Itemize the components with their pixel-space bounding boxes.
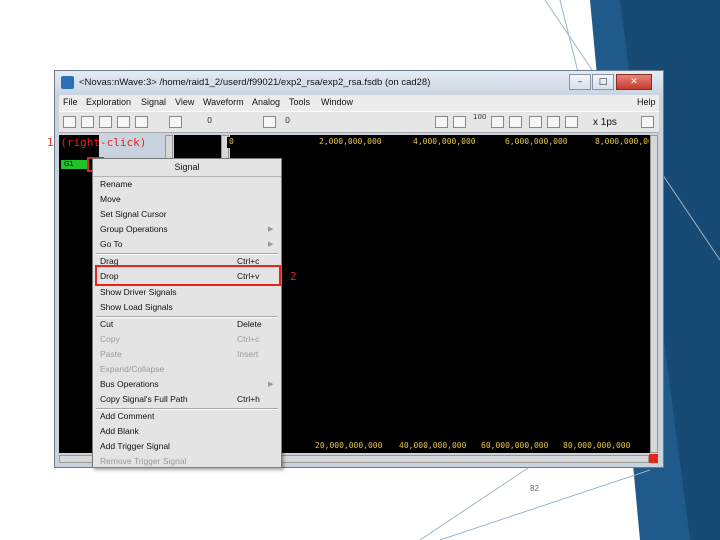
menu-item-add-comment[interactable]: Add Comment [93,409,281,424]
menu-bar: File Exploration Signal View Waveform An… [59,95,659,111]
signal-context-menu: Signal Rename Move Set Signal Cursor Gro… [92,158,282,468]
edge-icon[interactable] [547,116,560,128]
menu-item-expand-collapse: Expand/Collapse [93,362,281,377]
page-number: 82 [530,484,539,493]
chevron-down-icon[interactable] [641,116,654,128]
menu-item-rename[interactable]: Rename [93,177,281,192]
menu-item-cut[interactable]: Cut Delete [93,317,281,332]
context-menu-title: Signal [93,159,281,177]
menu-item-shortcut: Ctrl+h [237,394,260,404]
menu-item-set-signal-cursor[interactable]: Set Signal Cursor [93,207,281,222]
menu-exploration[interactable]: Exploration [86,97,131,107]
menu-item-label: Go To [100,239,123,249]
marker-icon[interactable] [263,116,276,128]
zoom-fit-icon[interactable] [491,116,504,128]
menu-item-paste: Paste Insert [93,347,281,362]
menu-file[interactable]: File [63,97,78,107]
menu-item-label: Group Operations [100,224,168,234]
scissors-icon[interactable] [99,116,112,128]
time-ruler-bottom: 20,000,000,000 40,000,000,000 60,000,000… [285,441,649,452]
minimize-button[interactable]: – [569,74,591,90]
menu-item-show-load-signals[interactable]: Show Load Signals [93,300,281,315]
menu-item-go-to[interactable]: Go To ▶ [93,237,281,252]
menu-item-move[interactable]: Move [93,192,281,207]
menu-item-label: Set Signal Cursor [100,209,167,219]
toolbar: 0 0 100 x 1ps [59,111,659,133]
bus-icon[interactable] [509,116,522,128]
menu-item-shortcut: Ctrl+c [237,334,260,344]
zoom-out-icon[interactable] [435,116,448,128]
menu-help[interactable]: Help [637,97,656,107]
zoom-in-icon[interactable] [453,116,466,128]
window-title: <Novas:nWave:3> /home/raid1_2/userd/f990… [79,77,431,88]
counter-b: 0 [285,116,291,125]
menu-item-label: Remove Trigger Signal [100,456,187,466]
annotation-step2: 2 [290,270,297,283]
paste-icon[interactable] [135,116,148,128]
resize-grip[interactable] [649,454,658,463]
menu-item-label: Show Load Signals [100,302,173,312]
signal-group-g1[interactable]: G1 [61,160,87,169]
menu-item-label: Paste [100,349,122,359]
menu-item-copy-full-path[interactable]: Copy Signal's Full Path Ctrl+h [93,392,281,407]
menu-item-group-operations[interactable]: Group Operations ▶ [93,222,281,237]
submenu-arrow-icon: ▶ [268,381,274,388]
menu-item-label: Copy [100,334,120,344]
menu-item-label: Show Driver Signals [100,287,177,297]
menu-waveform[interactable]: Waveform [203,97,244,107]
ruler-label: 8,000,000,000 [595,137,649,146]
edge-icon[interactable] [529,116,542,128]
menu-item-label: Bus Operations [100,379,159,389]
menu-item-label: Expand/Collapse [100,364,165,374]
ruler-label: 0 [229,137,234,146]
ruler-label: 4,000,000,000 [413,137,476,146]
menu-analog[interactable]: Analog [252,97,280,107]
menu-item-label: Add Blank [100,426,139,436]
pointer-icon[interactable] [169,116,182,128]
menu-item-label: Add Comment [100,411,155,421]
tool-icon[interactable] [81,116,94,128]
copy-icon[interactable] [117,116,130,128]
waveform-vertical-scrollbar[interactable] [650,135,658,453]
menu-tools[interactable]: Tools [289,97,310,107]
maximize-button[interactable]: □ [592,74,614,90]
menu-item-remove-trigger-signal: Remove Trigger Signal [93,454,281,469]
ruler-label: 40,000,000,000 [399,441,467,450]
time-ruler-top: 0 2,000,000,000 4,000,000,000 6,000,000,… [227,137,649,148]
ruler-label: 20,000,000,000 [315,441,383,450]
menu-item-label: Add Trigger Signal [100,441,170,451]
edge-icon[interactable] [565,116,578,128]
menu-item-show-driver-signals[interactable]: Show Driver Signals [93,285,281,300]
slide-line [439,469,651,540]
menu-item-label: Copy Signal's Full Path [100,394,188,404]
menu-item-add-trigger-signal[interactable]: Add Trigger Signal [93,439,281,454]
menu-item-label: Move [100,194,121,204]
menu-item-bus-operations[interactable]: Bus Operations ▶ [93,377,281,392]
menu-item-label: Rename [100,179,133,189]
ruler-label: 60,000,000,000 [481,441,549,450]
menu-item-shortcut: Delete [237,319,262,329]
menu-item-add-blank[interactable]: Add Blank [93,424,281,439]
menu-window[interactable]: Window [321,97,353,107]
menu-view[interactable]: View [175,97,194,107]
menu-signal[interactable]: Signal [141,97,166,107]
waveform-panel[interactable] [230,135,650,453]
time-scale: x 1ps [593,117,617,128]
close-button[interactable]: ✕ [616,74,652,90]
menu-item-copy: Copy Ctrl+c [93,332,281,347]
menu-item-shortcut: Insert [237,349,259,359]
annotation-box-drop [95,265,281,286]
ruler-label: 2,000,000,000 [319,137,382,146]
annotation-step1: 1 (right-click) [47,136,147,149]
title-bar[interactable]: <Novas:nWave:3> /home/raid1_2/userd/f990… [55,71,663,95]
menu-item-label: Cut [100,319,114,329]
ruler-label: 6,000,000,000 [505,137,568,146]
tool-icon[interactable] [63,116,76,128]
submenu-arrow-icon: ▶ [268,241,274,248]
app-icon [61,76,74,89]
ruler-label: 80,000,000,000 [563,441,631,450]
submenu-arrow-icon: ▶ [268,226,274,233]
zoom-100-button[interactable]: 100 [473,113,486,121]
counter-a: 0 [207,116,213,125]
